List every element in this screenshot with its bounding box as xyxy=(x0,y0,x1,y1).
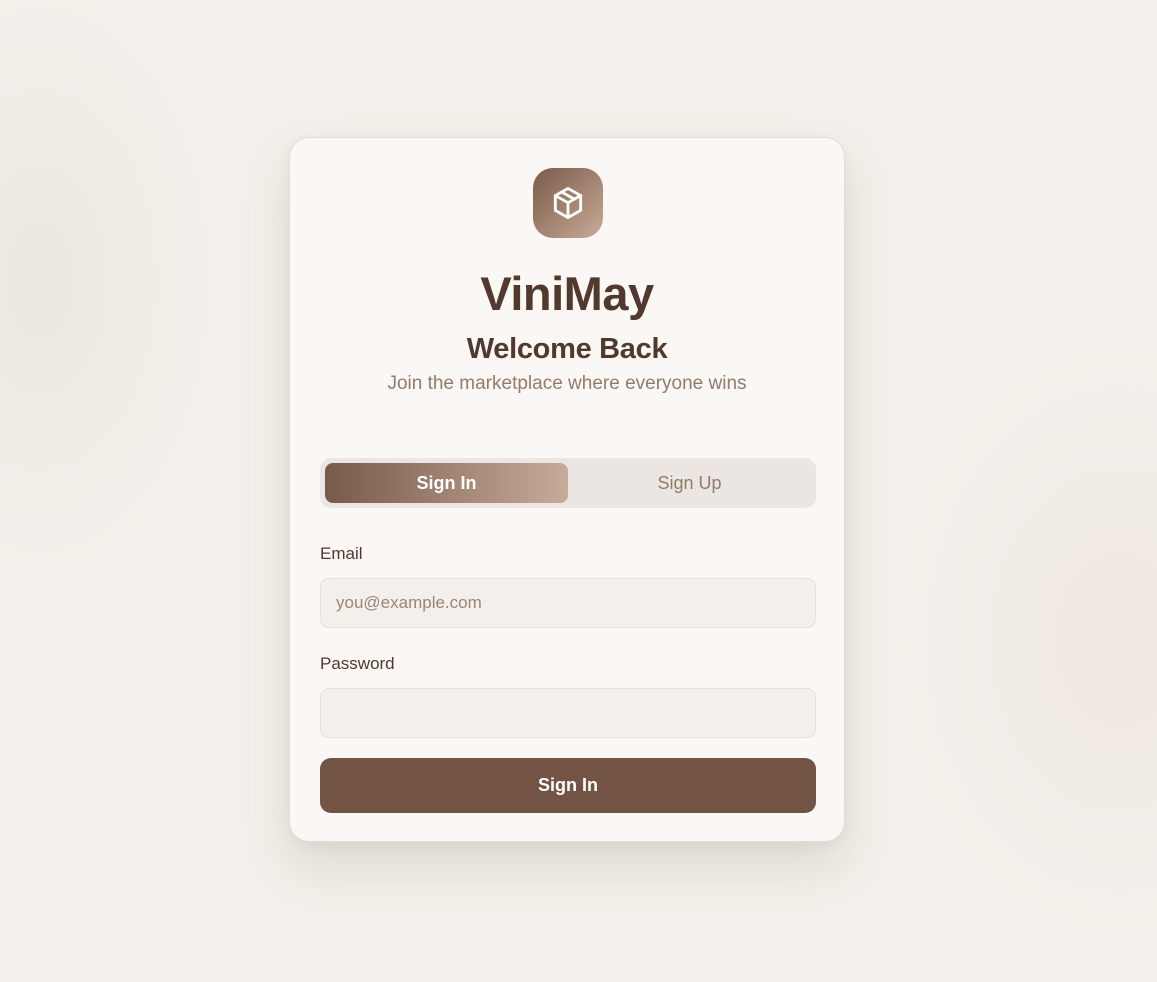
page-subtitle: Join the marketplace where everyone wins xyxy=(387,373,747,394)
sign-in-button[interactable]: Sign In xyxy=(320,758,816,813)
email-field[interactable] xyxy=(320,578,816,628)
brand-name: ViniMay xyxy=(480,267,654,320)
tab-sign-up[interactable]: Sign Up xyxy=(568,463,811,503)
page-heading: Welcome Back xyxy=(466,333,668,365)
auth-mode-tabs: Sign In Sign Up xyxy=(320,458,816,508)
password-field[interactable] xyxy=(320,688,816,738)
auth-card: ViniMay Welcome Back Join the marketplac… xyxy=(289,137,845,842)
brand-logo xyxy=(533,168,603,238)
email-label: Email xyxy=(320,544,363,563)
password-label: Password xyxy=(320,654,395,673)
tab-sign-in[interactable]: Sign In xyxy=(325,463,568,503)
package-box-icon xyxy=(553,187,583,219)
